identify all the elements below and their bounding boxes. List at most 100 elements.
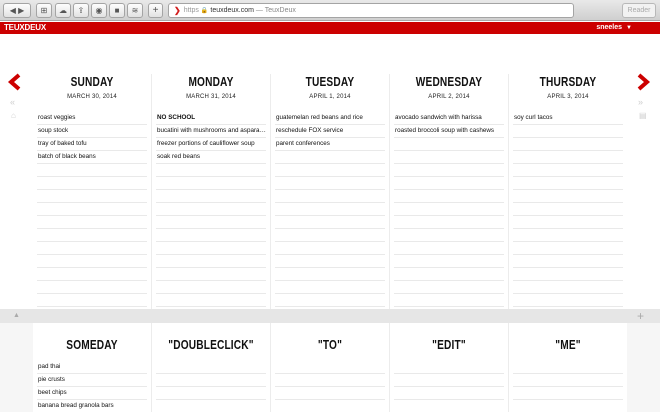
list-name[interactable]: "DOUBLECLICK" — [165, 337, 257, 352]
todo-item[interactable] — [394, 242, 504, 255]
todo-item[interactable]: beet chips — [37, 387, 147, 400]
todo-item[interactable] — [394, 255, 504, 268]
todo-item[interactable] — [394, 361, 504, 374]
todo-item[interactable] — [394, 138, 504, 151]
list-name[interactable]: "EDIT" — [403, 337, 495, 352]
todo-item[interactable]: roasted broccoli soup with cashews — [394, 125, 504, 138]
next-week-icon[interactable]: » — [638, 98, 643, 107]
todo-item[interactable] — [513, 151, 623, 164]
reader-button[interactable]: Reader — [622, 3, 656, 18]
todo-item[interactable] — [156, 387, 266, 400]
todo-item[interactable] — [275, 255, 385, 268]
evernote-button[interactable]: ■ — [109, 3, 125, 18]
todo-item[interactable] — [156, 255, 266, 268]
todo-item[interactable] — [275, 216, 385, 229]
todo-item[interactable] — [513, 203, 623, 216]
todo-item[interactable] — [394, 268, 504, 281]
app-logo[interactable]: TEUXDEUX — [4, 22, 46, 34]
todo-item[interactable] — [513, 125, 623, 138]
todo-item[interactable] — [275, 203, 385, 216]
todo-item[interactable]: parent conferences — [275, 138, 385, 151]
todo-item[interactable]: roast veggies — [37, 112, 147, 125]
todo-item[interactable] — [513, 268, 623, 281]
todo-item[interactable] — [513, 216, 623, 229]
todo-item[interactable] — [37, 190, 147, 203]
someday-divider[interactable] — [0, 309, 660, 323]
todo-item[interactable]: soy curl tacos — [513, 112, 623, 125]
todo-item[interactable]: avocado sandwich with harissa — [394, 112, 504, 125]
todo-item[interactable]: guatemelan red beans and rice — [275, 112, 385, 125]
todo-item[interactable] — [275, 229, 385, 242]
todo-item[interactable] — [37, 216, 147, 229]
todo-item[interactable] — [37, 294, 147, 307]
todo-item[interactable]: soak red beans — [156, 151, 266, 164]
layers-button[interactable]: ≋ — [127, 3, 143, 18]
todo-item[interactable] — [275, 242, 385, 255]
caret-down-icon[interactable]: ▼ — [626, 22, 632, 34]
next-day-icon[interactable] — [636, 72, 652, 92]
todo-item[interactable] — [156, 229, 266, 242]
list-name[interactable]: SOMEDAY — [46, 337, 138, 352]
todo-item[interactable] — [513, 138, 623, 151]
list-name[interactable]: "ME" — [522, 337, 614, 352]
todo-item[interactable] — [394, 281, 504, 294]
todo-item[interactable] — [513, 294, 623, 307]
todo-item[interactable] — [513, 281, 623, 294]
todo-item[interactable] — [37, 268, 147, 281]
back-forward-buttons[interactable]: ◀ ▶ — [3, 3, 31, 18]
todo-item[interactable] — [394, 374, 504, 387]
icloud-button[interactable]: ☁ — [55, 3, 71, 18]
todo-item[interactable]: soup stock — [37, 125, 147, 138]
todo-item[interactable]: freezer portions of cauliflower soup — [156, 138, 266, 151]
todo-item[interactable] — [156, 281, 266, 294]
user-menu[interactable]: sneeles — [596, 22, 622, 34]
todo-item[interactable] — [275, 400, 385, 412]
home-icon[interactable]: ⌂ — [11, 112, 16, 120]
todo-item[interactable] — [156, 190, 266, 203]
todo-item[interactable] — [394, 294, 504, 307]
previous-week-icon[interactable]: « — [10, 98, 15, 107]
back-icon[interactable]: ◀ — [10, 6, 16, 15]
todo-item[interactable] — [513, 255, 623, 268]
todo-item[interactable] — [394, 387, 504, 400]
list-name[interactable]: "TO" — [284, 337, 376, 352]
todo-item[interactable] — [513, 387, 623, 400]
calendar-icon[interactable]: ▤ — [639, 112, 647, 120]
todo-item[interactable] — [37, 177, 147, 190]
todo-item[interactable] — [513, 164, 623, 177]
todo-item[interactable] — [37, 203, 147, 216]
todo-item[interactable] — [275, 151, 385, 164]
todo-item[interactable] — [156, 242, 266, 255]
todo-item[interactable] — [275, 164, 385, 177]
todo-item[interactable] — [37, 255, 147, 268]
todo-item[interactable] — [37, 242, 147, 255]
add-list-icon[interactable]: + — [637, 309, 644, 323]
todo-item[interactable] — [513, 177, 623, 190]
todo-item[interactable] — [156, 294, 266, 307]
collapse-up-icon[interactable]: ▲ — [13, 312, 20, 319]
todo-item[interactable] — [513, 400, 623, 412]
top-sites-button[interactable]: ⊞ — [36, 3, 52, 18]
todo-item[interactable]: pad thai — [37, 361, 147, 374]
todo-item[interactable] — [156, 203, 266, 216]
bookmark-icon[interactable]: ❯ — [174, 6, 181, 15]
todo-item[interactable] — [394, 164, 504, 177]
todo-item[interactable] — [513, 190, 623, 203]
todo-item[interactable] — [394, 177, 504, 190]
todo-item[interactable]: reschedule FOX service — [275, 125, 385, 138]
todo-item[interactable] — [394, 400, 504, 412]
todo-item[interactable] — [156, 361, 266, 374]
todo-item[interactable] — [394, 151, 504, 164]
address-bar[interactable]: ❯ https 🔒 teuxdeux.com — TeuxDeux — [168, 3, 574, 18]
todo-item[interactable] — [275, 361, 385, 374]
todo-item[interactable] — [275, 281, 385, 294]
todo-item[interactable] — [513, 361, 623, 374]
todo-item[interactable]: pie crusts — [37, 374, 147, 387]
new-tab-button[interactable]: + — [148, 3, 163, 18]
todo-item[interactable] — [156, 268, 266, 281]
extension-button[interactable]: ◉ — [91, 3, 107, 18]
share-button[interactable]: ⇪ — [73, 3, 89, 18]
todo-item[interactable] — [156, 164, 266, 177]
forward-icon[interactable]: ▶ — [18, 6, 24, 15]
previous-day-icon[interactable] — [6, 72, 22, 92]
